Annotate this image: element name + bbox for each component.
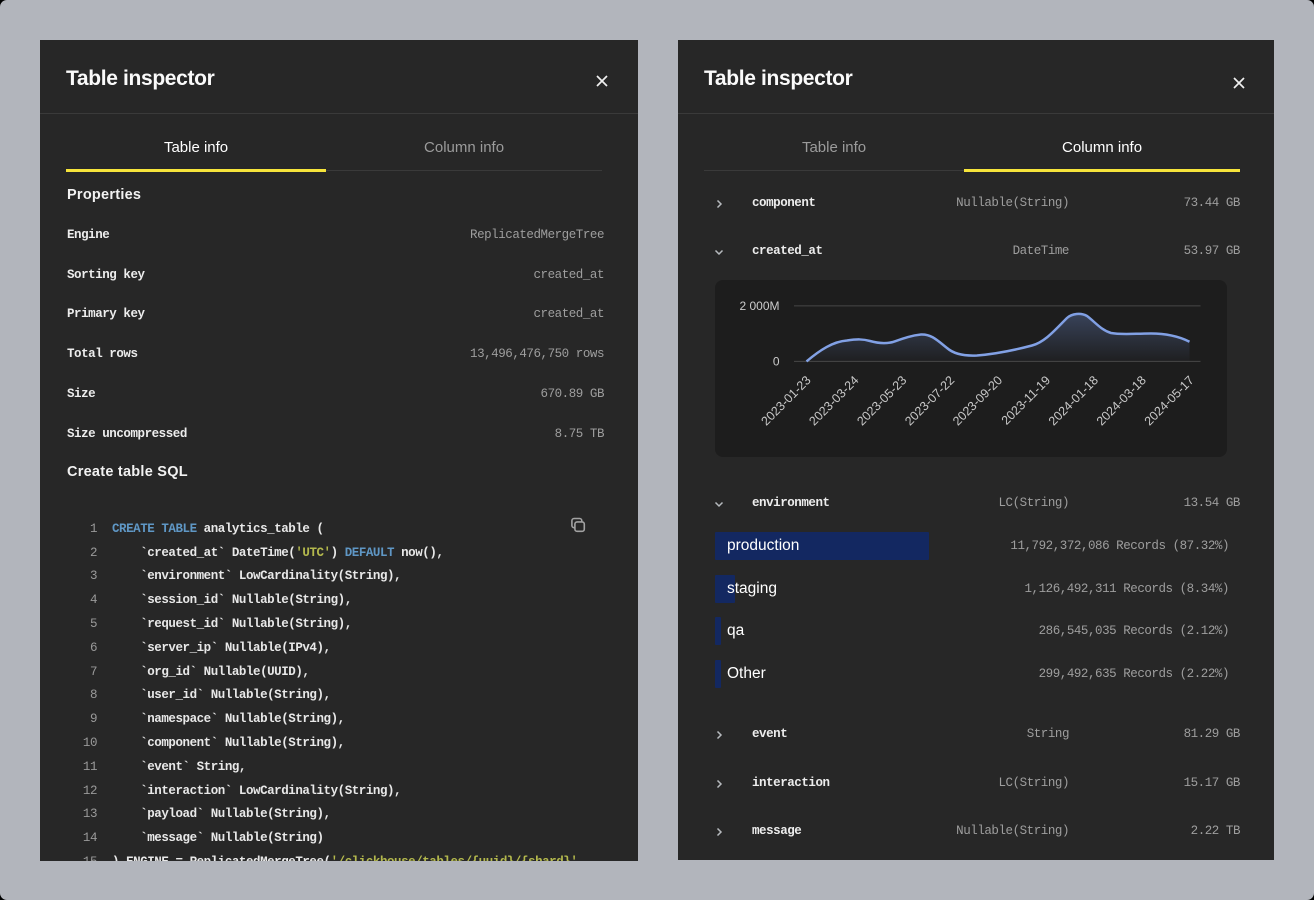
svg-text:2 000M: 2 000M — [739, 299, 779, 313]
svg-text:2023-07-22: 2023-07-22 — [902, 373, 957, 428]
svg-text:2023-03-24: 2023-03-24 — [806, 373, 861, 428]
svg-text:2023-05-23: 2023-05-23 — [854, 373, 909, 428]
svg-text:2023-09-20: 2023-09-20 — [950, 373, 1005, 428]
svg-text:2024-05-17: 2024-05-17 — [1142, 373, 1197, 428]
svg-text:2023-11-19: 2023-11-19 — [999, 373, 1053, 427]
svg-text:0: 0 — [773, 355, 780, 369]
svg-text:2023-01-23: 2023-01-23 — [759, 373, 814, 428]
svg-text:2024-03-18: 2024-03-18 — [1094, 373, 1149, 428]
svg-text:2024-01-18: 2024-01-18 — [1046, 373, 1101, 428]
